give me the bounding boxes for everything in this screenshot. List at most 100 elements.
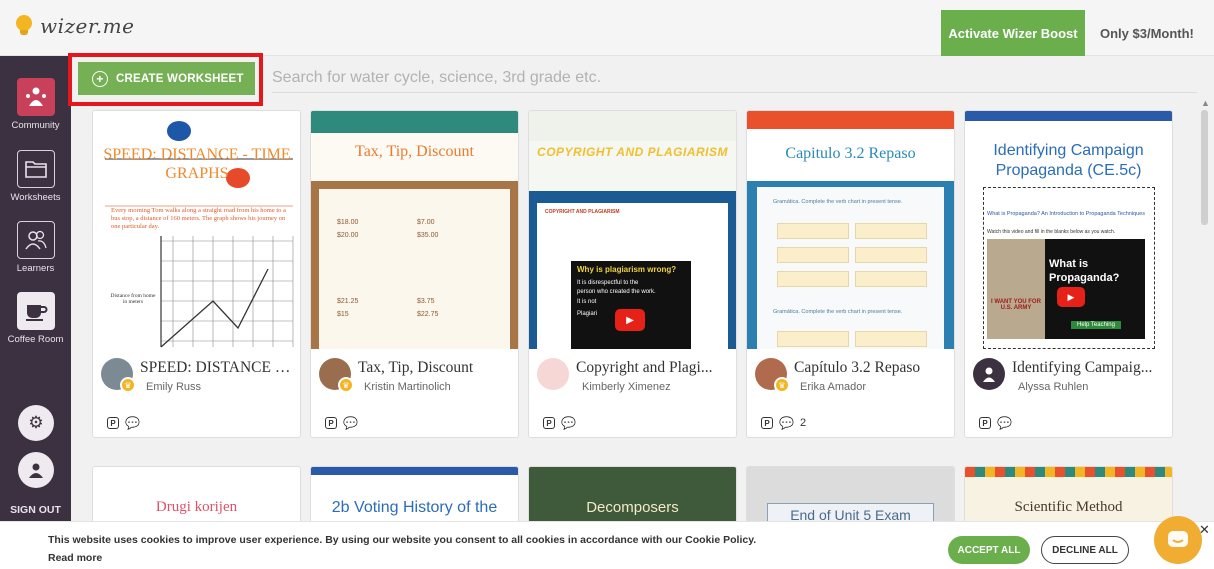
cookie-banner: This website uses cookies to improve use… — [0, 521, 1214, 569]
worksheet-card[interactable]: Tax, Tip, Discount $18.00 $7.00 $20.00 $… — [310, 110, 519, 438]
thumb-title: COPYRIGHT AND PLAGIARISM — [537, 145, 728, 159]
worksheet-card[interactable]: Drugi korijen — [92, 466, 301, 526]
card-title[interactable]: Capítulo 3.2 Repaso — [794, 359, 949, 377]
card-author[interactable]: Kristin Martinolich — [364, 381, 451, 393]
card-actions: P 💬 — [325, 416, 364, 430]
blank-box — [855, 247, 927, 263]
crown-icon: ♛ — [120, 377, 136, 393]
worksheet-card[interactable]: Decomposers — [528, 466, 737, 526]
pinterest-icon[interactable]: P — [979, 417, 991, 429]
chat-icon — [1168, 531, 1188, 547]
card-meta: ♛ Capítulo 3.2 Repaso Erika Amador P 💬 2 — [747, 349, 954, 437]
sidebar-item-label: Worksheets — [10, 192, 61, 203]
card-title[interactable]: Tax, Tip, Discount — [358, 359, 513, 377]
activate-boost-button[interactable]: Activate Wizer Boost — [941, 10, 1085, 56]
gear-icon[interactable]: ⚙ — [18, 405, 54, 441]
logo[interactable]: wizer.me — [14, 14, 134, 38]
card-author[interactable]: Emily Russ — [146, 381, 201, 393]
avatar — [973, 358, 1005, 390]
card-author[interactable]: Kimberly Ximenez — [582, 381, 671, 393]
blank-box — [855, 331, 927, 347]
worksheet-card[interactable]: Scientific Method — [964, 466, 1173, 526]
play-icon[interactable]: ▶ — [615, 309, 645, 331]
sidebar-item-community[interactable]: Community — [0, 78, 71, 131]
accept-all-button[interactable]: ACCEPT ALL — [948, 536, 1030, 564]
thumb-banner — [747, 111, 954, 129]
chat-widget-button[interactable] — [1154, 516, 1202, 564]
thumb-title: Tax, Tip, Discount — [355, 143, 474, 160]
decline-all-button[interactable]: DECLINE ALL — [1041, 536, 1129, 564]
thumb-link: What is Propaganda? An Introduction to P… — [987, 211, 1145, 217]
sidebar-item-label: Learners — [16, 263, 55, 274]
worksheet-card[interactable]: Identifying Campaign Propaganda (CE.5c) … — [964, 110, 1173, 438]
thumb-title: Drugi korijen — [155, 499, 238, 515]
comment-icon[interactable]: 💬 — [779, 416, 794, 430]
thumb-title: Scientific Method — [1014, 499, 1123, 515]
sidebar-item-worksheets[interactable]: Worksheets — [0, 150, 71, 203]
pinterest-icon[interactable]: P — [543, 417, 555, 429]
blank-box — [777, 271, 849, 287]
cookie-text: This website uses cookies to improve use… — [48, 534, 757, 546]
thumb-small-title: COPYRIGHT AND PLAGIARISM — [545, 209, 620, 215]
sidebar-item-coffee-room[interactable]: Coffee Room — [0, 292, 71, 345]
thumb-options: $21.25 $3.75 $15 $22.75 — [337, 298, 497, 318]
sidebar: Community Worksheets Learners Coffee Roo… — [0, 56, 71, 521]
comment-icon[interactable]: 💬 — [125, 416, 140, 430]
community-icon — [16, 78, 55, 116]
thumb-option: $18.00 — [337, 219, 359, 226]
worksheet-thumbnail[interactable]: Capitulo 3.2 Repaso Gramática. Complete … — [747, 111, 954, 349]
worksheet-card[interactable]: End of Unit 5 Exam — [746, 466, 955, 526]
worksheet-card[interactable]: SPEED: DISTANCE - TIME GRAPHS Every morn… — [92, 110, 301, 438]
card-meta: Identifying Campaig... Alyssa Ruhlen P 💬 — [965, 349, 1172, 437]
comment-icon[interactable]: 💬 — [561, 416, 576, 430]
pinterest-icon[interactable]: P — [325, 417, 337, 429]
video-player[interactable]: Why is plagiarism wrong? It is disrespec… — [571, 261, 691, 349]
folder-icon — [16, 150, 55, 188]
pinterest-icon[interactable]: P — [761, 417, 773, 429]
worksheet-card[interactable]: COPYRIGHT AND PLAGIARISM COPYRIGHT AND P… — [528, 110, 737, 438]
card-actions: P 💬 — [107, 416, 146, 430]
comment-icon[interactable]: 💬 — [997, 416, 1012, 430]
boost-price: Only $3/Month! — [1100, 26, 1194, 41]
card-author[interactable]: Erika Amador — [800, 381, 866, 393]
bunting-decoration — [965, 467, 1172, 477]
comment-icon[interactable]: 💬 — [343, 416, 358, 430]
worksheet-thumbnail[interactable]: COPYRIGHT AND PLAGIARISM COPYRIGHT AND P… — [529, 111, 736, 349]
user-icon[interactable] — [18, 452, 54, 488]
sign-out-link[interactable]: SIGN OUT — [0, 504, 71, 516]
card-author[interactable]: Alyssa Ruhlen — [1018, 381, 1088, 393]
sidebar-item-learners[interactable]: Learners — [0, 221, 71, 274]
card-actions: P 💬 — [543, 416, 582, 430]
play-icon[interactable]: ▶ — [1057, 287, 1085, 307]
scroll-up-icon[interactable]: ▲ — [1201, 98, 1210, 108]
scrollbar[interactable]: ▲ — [1199, 98, 1211, 518]
thumb-option: $21.25 — [337, 298, 359, 305]
top-bar: wizer.me Activate Wizer Boost Only $3/Mo… — [0, 0, 1214, 56]
card-title[interactable]: SPEED: DISTANCE - ... — [140, 359, 295, 377]
worksheet-thumbnail[interactable]: Tax, Tip, Discount $18.00 $7.00 $20.00 $… — [311, 111, 518, 349]
thumb-title: 2b Voting History of the — [331, 499, 498, 516]
blank-box — [855, 271, 927, 287]
close-icon[interactable]: ✕ — [1199, 522, 1210, 538]
thumb-options: $18.00 $7.00 $20.00 $35.00 — [337, 219, 497, 239]
card-title[interactable]: Identifying Campaig... — [1012, 359, 1167, 377]
plus-icon: + — [92, 70, 108, 87]
blank-box — [777, 223, 849, 239]
pinterest-icon[interactable]: P — [107, 417, 119, 429]
read-more-link[interactable]: Read more — [48, 552, 102, 564]
search-input[interactable] — [272, 64, 1192, 92]
create-worksheet-button[interactable]: + CREATE WORKSHEET — [78, 62, 255, 95]
video-player[interactable]: I WANT YOU FOR U.S. ARMY What is Propaga… — [987, 239, 1145, 339]
worksheet-card[interactable]: 2b Voting History of the — [310, 466, 519, 526]
video-title: What is Propaganda? — [1049, 258, 1120, 284]
create-worksheet-label: CREATE WORKSHEET — [116, 72, 244, 85]
card-title[interactable]: Copyright and Plagi... — [576, 359, 731, 377]
scroll-thumb[interactable] — [1201, 110, 1208, 225]
avatar — [537, 358, 569, 390]
crown-icon: ♛ — [338, 377, 354, 393]
thumb-option: $35.00 — [417, 232, 439, 239]
worksheet-card[interactable]: Capitulo 3.2 Repaso Gramática. Complete … — [746, 110, 955, 438]
worksheet-thumbnail[interactable]: SPEED: DISTANCE - TIME GRAPHS Every morn… — [93, 111, 300, 349]
worksheet-thumbnail[interactable]: Identifying Campaign Propaganda (CE.5c) … — [965, 111, 1172, 349]
thumb-title: Identifying Campaign Propaganda (CE.5c) — [993, 142, 1144, 179]
